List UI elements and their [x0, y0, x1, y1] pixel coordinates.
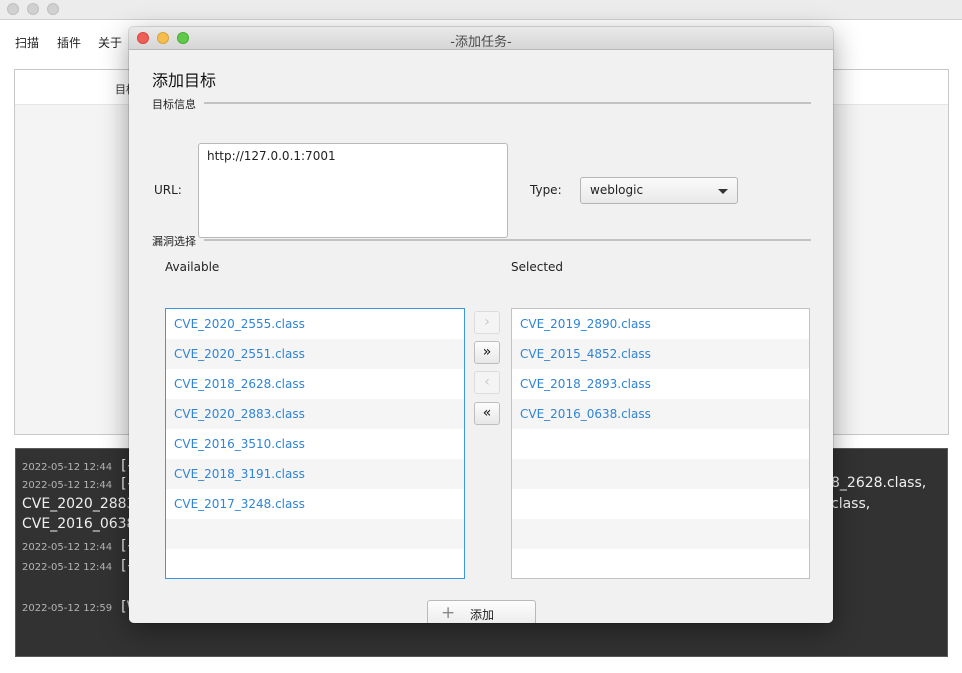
list-empty-row	[166, 519, 464, 549]
list-item[interactable]: CVE_2017_3248.class	[166, 489, 464, 519]
plus-icon: +	[441, 603, 456, 623]
type-select[interactable]: weblogic	[580, 177, 738, 204]
menu-plugins[interactable]: 插件	[57, 34, 81, 51]
vuln-section-label: 漏洞选择	[152, 235, 196, 248]
move-right-button[interactable]: ›	[474, 311, 500, 334]
log-line: 2022-05-12 12:44[+	[22, 458, 138, 474]
type-select-value: weblogic	[590, 183, 644, 197]
dialog-heading: 添加目标	[152, 71, 217, 90]
list-item[interactable]: CVE_2015_4852.class	[512, 339, 809, 369]
list-item[interactable]: CVE_2018_2893.class	[512, 369, 809, 399]
log-line-overflow: class,	[831, 496, 871, 512]
move-all-right-button[interactable]: »	[474, 341, 500, 364]
type-label: Type:	[530, 183, 562, 197]
available-list[interactable]: CVE_2020_2555.class CVE_2020_2551.class …	[165, 308, 465, 579]
list-item[interactable]: CVE_2018_3191.class	[166, 459, 464, 489]
main-close-button[interactable]	[7, 3, 19, 15]
available-label: Available	[165, 260, 220, 274]
main-maximize-button[interactable]	[47, 3, 59, 15]
list-item[interactable]: CVE_2020_2555.class	[166, 309, 464, 339]
section-divider	[204, 102, 811, 104]
move-all-left-button[interactable]: «	[474, 402, 500, 425]
log-line-overflow: 8_2628.class,	[831, 475, 927, 491]
add-button[interactable]: + 添加	[427, 600, 536, 623]
menu-about[interactable]: 关于	[98, 34, 122, 51]
selected-list[interactable]: CVE_2019_2890.class CVE_2015_4852.class …	[511, 308, 810, 579]
menu-scan[interactable]: 扫描	[15, 34, 39, 51]
log-line: 2022-05-12 12:44[+	[22, 558, 138, 574]
add-task-dialog: -添加任务- 添加目标 目标信息 URL: http://127.0.0.1:7…	[129, 27, 833, 623]
log-line: 2022-05-12 12:44[+	[22, 476, 138, 492]
main-titlebar	[0, 0, 962, 20]
list-item[interactable]: CVE_2018_2628.class	[166, 369, 464, 399]
list-item[interactable]: CVE_2020_2551.class	[166, 339, 464, 369]
dialog-titlebar[interactable]: -添加任务-	[129, 27, 833, 50]
list-empty-row	[512, 519, 809, 549]
url-textarea[interactable]: http://127.0.0.1:7001	[198, 143, 508, 238]
main-minimize-button[interactable]	[27, 3, 39, 15]
list-item[interactable]: CVE_2020_2883.class	[166, 399, 464, 429]
move-left-button[interactable]: ‹	[474, 371, 500, 394]
chevron-down-icon	[718, 189, 728, 194]
section-divider	[204, 239, 811, 241]
list-empty-row	[512, 549, 809, 578]
list-item[interactable]: CVE_2016_3510.class	[166, 429, 464, 459]
log-line: 2022-05-12 12:44[+	[22, 538, 138, 554]
log-line: 2022-05-12 12:59[W	[22, 599, 140, 615]
list-empty-row	[512, 489, 809, 519]
list-empty-row	[166, 549, 464, 578]
add-button-label: 添加	[470, 608, 495, 622]
list-empty-row	[512, 459, 809, 489]
url-label: URL:	[154, 183, 182, 197]
list-item[interactable]: CVE_2019_2890.class	[512, 309, 809, 339]
list-item[interactable]: CVE_2016_0638.class	[512, 399, 809, 429]
target-info-section-label: 目标信息	[152, 98, 196, 111]
dialog-body: 添加目标 目标信息 URL: http://127.0.0.1:7001 Typ…	[129, 50, 833, 623]
dialog-title: -添加任务-	[450, 35, 512, 50]
selected-label: Selected	[511, 260, 564, 274]
list-empty-row	[512, 429, 809, 459]
